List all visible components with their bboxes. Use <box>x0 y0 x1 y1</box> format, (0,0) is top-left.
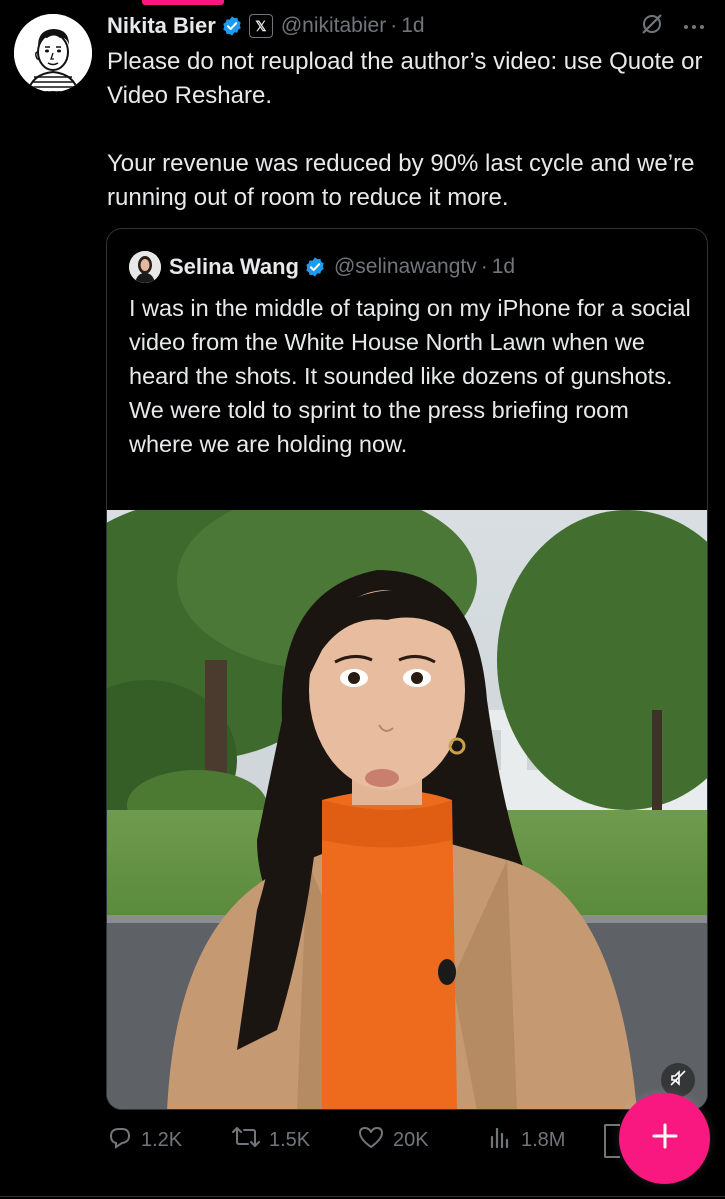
reply-count: 1.2K <box>141 1128 183 1151</box>
verified-badge-icon[interactable] <box>221 15 243 37</box>
mute-icon <box>669 1069 687 1092</box>
tweet-text: Please do not reupload the author’s vide… <box>107 45 707 215</box>
quoted-tweet-video[interactable] <box>107 510 707 1109</box>
tweet-action-bar: 1.2K 1.5K 20K 1.8M <box>107 1122 607 1158</box>
tweet-header: Nikita Bier 𝕏 @nikitabier · 1d <box>107 8 705 44</box>
tweet-paragraph: Please do not reupload the author’s vide… <box>107 48 703 109</box>
mute-button[interactable] <box>661 1063 695 1097</box>
reply-icon <box>107 1124 133 1156</box>
video-frame <box>107 510 707 1109</box>
x-affiliate-badge[interactable]: 𝕏 <box>248 14 273 38</box>
separator-dot: · <box>480 255 488 278</box>
quoted-author-name[interactable]: Selina Wang <box>169 254 299 280</box>
compose-button[interactable] <box>619 1093 710 1184</box>
divider <box>0 1196 725 1197</box>
like-icon <box>357 1124 385 1156</box>
reply-button[interactable]: 1.2K <box>107 1124 182 1156</box>
more-icon[interactable] <box>683 17 705 35</box>
views-button[interactable]: 1.8M <box>489 1125 565 1155</box>
repost-count: 1.5K <box>269 1128 311 1151</box>
like-count: 20K <box>393 1128 429 1151</box>
quoted-author-handle[interactable]: @selinawangtv <box>334 255 477 279</box>
quoted-author-avatar[interactable] <box>129 251 161 283</box>
active-tab-indicator <box>142 0 224 5</box>
verified-badge-icon[interactable] <box>304 256 326 278</box>
repost-icon <box>231 1124 261 1156</box>
grok-icon[interactable] <box>639 11 665 42</box>
avatar-illustration <box>14 14 92 92</box>
quoted-tweet-header: Selina Wang @selinawangtv · 1d <box>129 249 515 285</box>
tweet-time[interactable]: 1d <box>401 14 424 38</box>
author-handle[interactable]: @nikitabier <box>281 14 386 38</box>
views-icon <box>489 1125 513 1155</box>
quoted-tweet-text: I was in the middle of taping on my iPho… <box>129 295 691 457</box>
quoted-tweet-time[interactable]: 1d <box>492 255 515 279</box>
quoted-tweet-card[interactable]: Selina Wang @selinawangtv · 1d I was in … <box>106 228 708 1110</box>
tweet-header-actions <box>639 8 705 44</box>
compose-icon <box>650 1121 680 1156</box>
separator-dot: · <box>390 14 398 37</box>
like-button[interactable]: 20K <box>357 1124 429 1156</box>
author-avatar[interactable] <box>14 14 92 92</box>
view-count: 1.8M <box>521 1128 566 1151</box>
repost-button[interactable]: 1.5K <box>231 1124 310 1156</box>
author-name[interactable]: Nikita Bier <box>107 13 216 39</box>
tweet-paragraph: Your revenue was reduced by 90% last cyc… <box>107 150 695 211</box>
bookmark-icon[interactable] <box>604 1124 620 1158</box>
